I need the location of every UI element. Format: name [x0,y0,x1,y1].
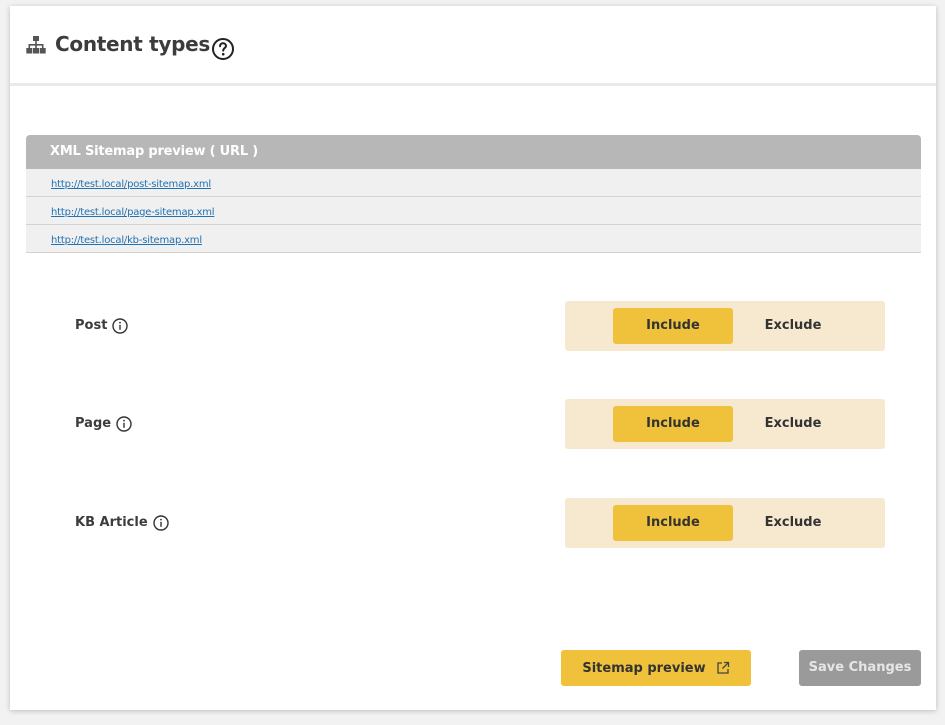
content-type-row-kb-article: KB Article Include Exclude [10,498,936,548]
info-icon[interactable] [112,318,129,334]
content-type-row-page: Page Include Exclude [10,399,936,449]
kb-sitemap-link[interactable]: http://test.local/kb-sitemap.xml [51,235,202,246]
page-sitemap-link[interactable]: http://test.local/page-sitemap.xml [51,207,215,218]
save-changes-button[interactable]: Save Changes [799,650,921,686]
content-type-name: Post [75,318,108,333]
include-exclude-toggle: Include Exclude [565,399,885,449]
exclude-option[interactable]: Exclude [733,505,853,541]
exclude-option[interactable]: Exclude [733,406,853,442]
content-type-name: Page [75,416,112,431]
info-icon[interactable] [152,515,169,531]
include-option[interactable]: Include [613,406,733,442]
content-type-label: KB Article [75,498,169,548]
sitemap-url-row: http://test.local/post-sitemap.xml [26,169,921,197]
panel-header: Content types [10,6,936,86]
post-sitemap-link[interactable]: http://test.local/post-sitemap.xml [51,179,211,190]
include-exclude-toggle: Include Exclude [565,301,885,351]
sitemap-preview-button[interactable]: Sitemap preview [561,650,751,686]
content-type-name: KB Article [75,515,148,530]
content-type-label: Post [75,301,129,351]
external-link-icon [716,661,729,674]
sitemap-preview-heading: XML Sitemap preview ( URL ) [26,135,921,169]
sitemap-icon [26,36,46,54]
include-option[interactable]: Include [613,308,733,344]
exclude-option[interactable]: Exclude [733,308,853,344]
content-type-label: Page [75,399,132,449]
sitemap-url-row: http://test.local/page-sitemap.xml [26,197,921,225]
sitemap-url-row: http://test.local/kb-sitemap.xml [26,225,921,253]
content-types-panel: Content types XML Sitemap preview ( URL … [10,6,936,710]
content-type-row-post: Post Include Exclude [10,301,936,351]
sitemap-preview-label: Sitemap preview [582,660,706,676]
include-exclude-toggle: Include Exclude [565,498,885,548]
page-title: Content types [55,32,211,56]
help-circle-icon[interactable] [211,37,235,61]
include-option[interactable]: Include [613,505,733,541]
info-icon[interactable] [116,416,132,432]
sitemap-preview-table: XML Sitemap preview ( URL ) http://test.… [26,135,921,253]
